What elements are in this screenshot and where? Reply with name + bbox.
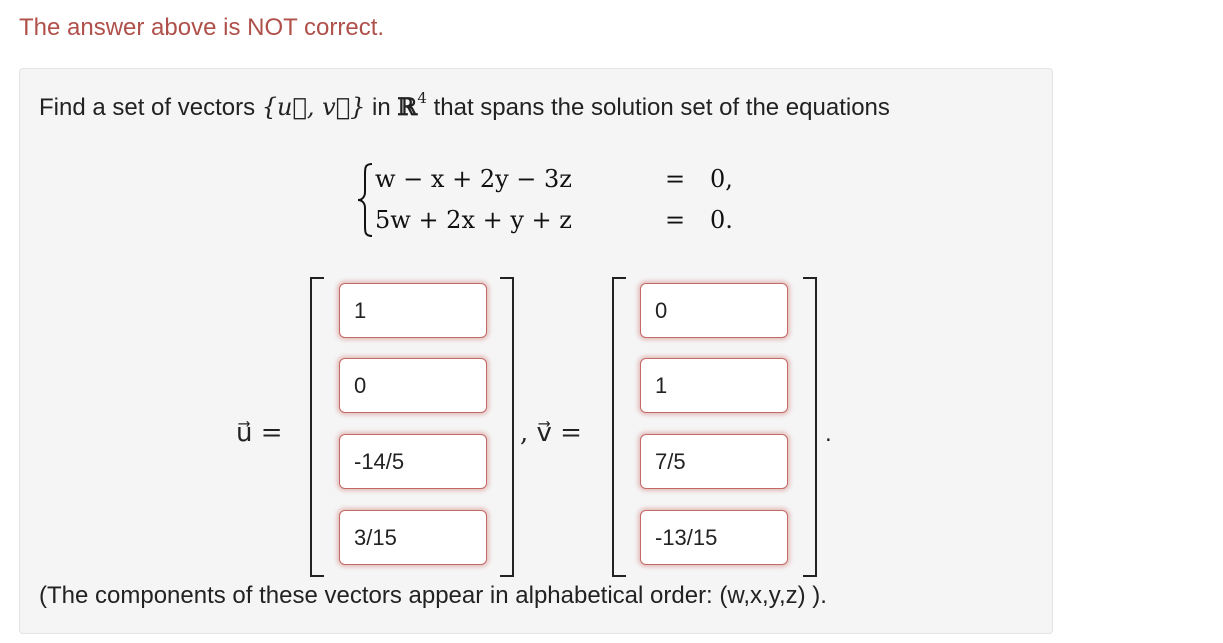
question-suffix: that spans the solution set of the equat… xyxy=(426,94,890,121)
vector-v-label: , v⃗ = xyxy=(520,418,582,448)
component-order-note: (The components of these vectors appear … xyxy=(39,582,827,609)
vector-u-right-bracket xyxy=(500,277,514,577)
vector-v-left-bracket xyxy=(612,277,626,577)
vector-u-component-z-input[interactable]: 3/15 xyxy=(339,510,487,565)
vector-v-component-z-input[interactable]: -13/15 xyxy=(640,510,788,565)
vector-u-component-y-input[interactable]: -14/5 xyxy=(339,434,487,489)
vector-v-right-bracket xyxy=(803,277,817,577)
vector-v-component-y-input[interactable]: 7/5 xyxy=(640,434,788,489)
question-panel xyxy=(19,68,1053,634)
end-period: . xyxy=(825,420,832,447)
real-space-symbol: ℝ xyxy=(397,92,418,121)
question-text: Find a set of vectors {u⃗, v⃗} in ℝ4 tha… xyxy=(39,89,890,122)
equation-1-equals: = xyxy=(665,165,686,193)
incorrect-answer-message: The answer above is NOT correct. xyxy=(19,14,385,41)
vector-u-left-bracket xyxy=(310,277,324,577)
equation-2-equals: = xyxy=(665,206,686,234)
vector-v-component-w-input[interactable]: 0 xyxy=(640,283,788,338)
equation-1-rhs: 0, xyxy=(710,165,733,193)
equation-2-lhs: 5w + 2x + y + z xyxy=(375,206,572,234)
equation-1-lhs: w − x + 2y − 3z xyxy=(375,165,572,193)
dimension-superscript: 4 xyxy=(417,89,427,107)
vector-set: {u⃗, v⃗} xyxy=(261,93,366,121)
equation-2-rhs: 0. xyxy=(710,206,733,234)
vector-v-component-x-input[interactable]: 1 xyxy=(640,358,788,413)
question-prefix: Find a set of vectors xyxy=(39,94,262,121)
question-in: in xyxy=(365,94,398,121)
equation-system: w − x + 2y − 3z = 0, 5w + 2x + y + z = 0… xyxy=(355,160,735,240)
vector-u-component-w-input[interactable]: 1 xyxy=(339,283,487,338)
vector-u-label: u⃗ = xyxy=(236,418,283,448)
left-brace-icon xyxy=(357,163,373,237)
vector-u-component-x-input[interactable]: 0 xyxy=(339,358,487,413)
